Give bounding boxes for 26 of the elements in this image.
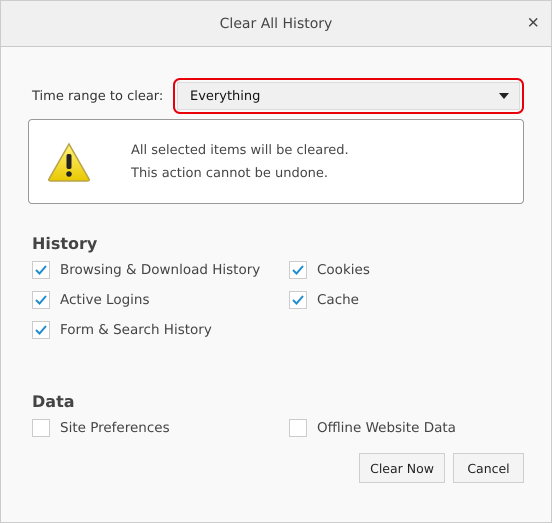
checkbox[interactable] xyxy=(32,261,50,279)
time-range-dropdown[interactable]: Everything xyxy=(177,82,520,110)
checkbox-option[interactable]: Cookies xyxy=(289,261,524,279)
window-title: Clear All History xyxy=(220,16,332,32)
checkbox-option[interactable]: Form & Search History xyxy=(32,321,289,339)
dialog-button[interactable]: Clear Now xyxy=(359,453,445,483)
caret-icon xyxy=(499,93,509,99)
dialog-button[interactable]: Cancel xyxy=(453,453,524,483)
checkbox[interactable] xyxy=(32,291,50,309)
warning-text: This action cannot be undone. xyxy=(131,166,330,180)
section-heading: Data xyxy=(32,392,76,411)
warning-text: All selected items will be cleared. xyxy=(131,142,349,158)
checkbox-option[interactable]: Active Logins xyxy=(32,291,289,309)
warning-icon xyxy=(47,142,91,182)
checkbox-option[interactable]: Browsing & Download History xyxy=(32,261,289,279)
checkbox-option[interactable]: Cache xyxy=(289,291,524,309)
time-range-label: Time range to clear: xyxy=(32,88,164,104)
checkbox[interactable] xyxy=(32,321,50,339)
checkbox-option[interactable]: Site Preferences xyxy=(32,419,289,437)
checkbox-option[interactable]: Offline Website Data xyxy=(289,419,524,437)
checkbox[interactable] xyxy=(289,419,307,437)
section-heading: History xyxy=(32,234,98,253)
checkbox[interactable] xyxy=(289,291,307,309)
checkbox[interactable] xyxy=(289,261,307,279)
close-button[interactable]: × xyxy=(523,11,543,35)
checkbox[interactable] xyxy=(32,419,50,437)
